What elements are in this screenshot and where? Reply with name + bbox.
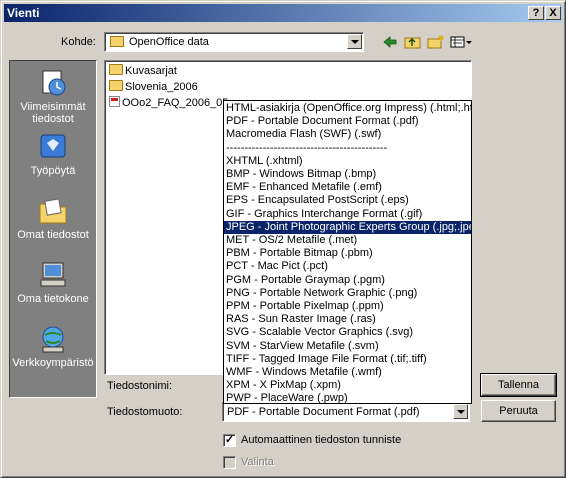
file-item[interactable]: Kuvasarjat xyxy=(109,63,177,79)
filetype-option[interactable]: JPEG - Joint Photographic Experts Group … xyxy=(224,220,471,234)
network-places-icon xyxy=(37,323,69,355)
back-arrow-icon[interactable] xyxy=(381,34,399,50)
selection-label: Valinta xyxy=(241,456,274,468)
filetype-option[interactable]: PBM - Portable Bitmap (.pbm) xyxy=(224,247,471,260)
filetype-value: PDF - Portable Document Format (.pdf) xyxy=(227,406,420,418)
filetype-option[interactable]: XPM - X PixMap (.xpm) xyxy=(224,379,471,392)
filetype-label: Tiedostomuoto: xyxy=(107,406,183,418)
filetype-option[interactable]: HTML-asiakirja (OpenOffice.org Impress) … xyxy=(224,102,471,115)
view-menu-icon[interactable] xyxy=(450,34,474,50)
file-item[interactable]: OOo2_FAQ_2006_05 xyxy=(109,95,228,111)
new-folder-icon[interactable] xyxy=(427,34,445,50)
folder-icon xyxy=(110,36,124,47)
place-desktop[interactable]: Työpöytä xyxy=(10,131,96,177)
filename-label: Tiedostonimi: xyxy=(107,380,173,392)
lookin-label: Kohde: xyxy=(61,36,96,48)
folder-icon xyxy=(109,64,123,75)
place-my-computer[interactable]: Oma tietokone xyxy=(10,259,96,305)
my-computer-icon xyxy=(37,259,69,291)
up-folder-icon[interactable] xyxy=(404,34,422,50)
filetype-option[interactable]: GIF - Graphics Interchange Format (.gif) xyxy=(224,208,471,221)
filetype-dropdown-list[interactable]: HTML-asiakirja (OpenOffice.org Impress) … xyxy=(223,100,472,404)
filetype-dropdown-button[interactable] xyxy=(453,404,468,419)
filetype-option[interactable]: TIFF - Tagged Image File Format (.tif;.t… xyxy=(224,353,471,366)
filetype-option[interactable]: PWP - PlaceWare (.pwp) xyxy=(224,392,471,403)
filetype-option[interactable]: BMP - Windows Bitmap (.bmp) xyxy=(224,168,471,181)
places-bar: Viimeisimmät tiedostot Työpöytä Omat tie… xyxy=(9,60,97,398)
place-label: Työpöytä xyxy=(30,165,76,177)
auto-extension-checkbox[interactable]: ✓ xyxy=(223,434,236,447)
pdf-file-icon xyxy=(109,96,120,107)
help-button[interactable]: ? xyxy=(528,6,544,20)
desktop-icon xyxy=(37,131,69,163)
filetype-option[interactable]: XHTML (.xhtml) xyxy=(224,155,471,168)
filetype-option[interactable]: EMF - Enhanced Metafile (.emf) xyxy=(224,181,471,194)
recent-documents-icon xyxy=(37,67,69,99)
filetype-option[interactable]: EPS - Encapsulated PostScript (.eps) xyxy=(224,194,471,207)
filetype-option[interactable]: PCT - Mac Pict (.pct) xyxy=(224,260,471,273)
filetype-option: ----------------------------------------… xyxy=(226,141,388,154)
file-item[interactable]: Slovenia_2006 xyxy=(109,79,198,95)
place-network[interactable]: Verkkoympäristö xyxy=(10,323,96,369)
close-button[interactable]: X xyxy=(545,6,561,20)
lookin-value: OpenOffice data xyxy=(129,36,209,48)
place-label: Oma tietokone xyxy=(17,293,89,305)
filetype-option[interactable]: WMF - Windows Metafile (.wmf) xyxy=(224,366,471,379)
place-label: Omat tiedostot xyxy=(17,229,89,241)
filetype-option[interactable]: Macromedia Flash (SWF) (.swf) xyxy=(224,128,471,141)
filetype-option[interactable]: PGM - Portable Graymap (.pgm) xyxy=(224,274,471,287)
selection-checkbox[interactable] xyxy=(223,456,236,469)
export-dialog: Vienti ? X Kohde: OpenOffice data Viimei… xyxy=(0,0,566,478)
filetype-option[interactable]: SVM - StarView Metafile (.svm) xyxy=(224,340,471,353)
lookin-combo[interactable]: OpenOffice data xyxy=(104,32,364,52)
filetype-option[interactable]: SVG - Scalable Vector Graphics (.svg) xyxy=(224,326,471,339)
filetype-option[interactable]: PDF - Portable Document Format (.pdf) xyxy=(224,115,471,128)
lookin-dropdown-button[interactable] xyxy=(347,34,362,49)
filetype-option[interactable]: PPM - Portable Pixelmap (.ppm) xyxy=(224,300,471,313)
folder-icon xyxy=(109,80,123,91)
auto-extension-label: Automaattinen tiedoston tunniste xyxy=(241,434,402,446)
title-bar[interactable]: Vienti ? X xyxy=(4,4,562,22)
filetype-option[interactable]: RAS - Sun Raster Image (.ras) xyxy=(224,313,471,326)
save-button[interactable]: Tallenna xyxy=(480,373,557,397)
filetype-select[interactable]: PDF - Portable Document Format (.pdf) xyxy=(222,402,470,422)
place-label: Verkkoympäristö xyxy=(12,357,94,369)
cancel-button[interactable]: Peruuta xyxy=(481,400,556,422)
filetype-option[interactable]: MET - OS/2 Metafile (.met) xyxy=(224,234,471,247)
place-recent[interactable]: Viimeisimmät tiedostot xyxy=(10,67,96,125)
place-label: Viimeisimmät tiedostot xyxy=(20,101,86,125)
dialog-title: Vienti xyxy=(7,6,40,20)
my-documents-icon xyxy=(37,195,69,227)
filetype-option[interactable]: PNG - Portable Network Graphic (.png) xyxy=(224,287,471,300)
place-my-documents[interactable]: Omat tiedostot xyxy=(10,195,96,241)
